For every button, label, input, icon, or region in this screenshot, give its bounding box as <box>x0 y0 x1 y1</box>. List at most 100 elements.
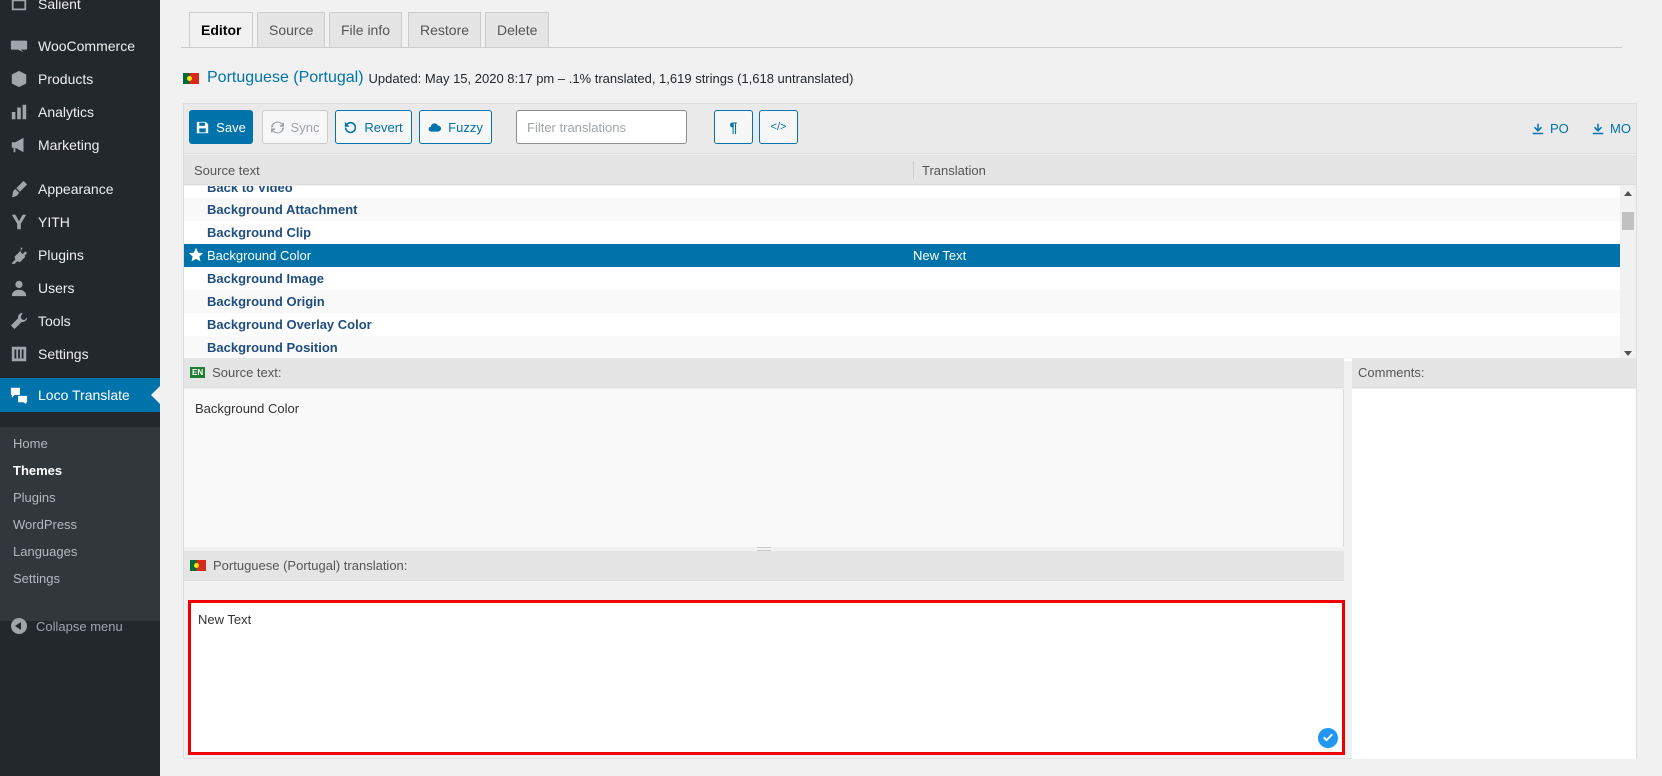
invisibles-toggle-button[interactable]: ¶ <box>714 110 753 144</box>
collapse-label: Collapse menu <box>36 618 123 634</box>
row-translation: New Text <box>913 248 967 263</box>
submenu-settings[interactable]: Settings <box>13 571 60 586</box>
sidebar-item-label: WooCommerce <box>38 38 135 54</box>
column-translation[interactable]: Translation <box>922 163 986 178</box>
save-button[interactable]: Save <box>189 110 253 144</box>
bar-chart-icon <box>9 102 29 122</box>
strings-grid: Back to Video Background Attachment Back… <box>184 186 1636 361</box>
sidebar-item-analytics[interactable]: Analytics <box>0 95 160 129</box>
table-row-selected[interactable]: Background Color New Text <box>184 244 1620 267</box>
source-panel-header: EN Source text: <box>184 358 1344 388</box>
submenu-languages[interactable]: Languages <box>13 544 77 559</box>
woo-icon <box>9 36 29 56</box>
source-panel-title: Source text: <box>212 365 282 380</box>
translation-panel-title: Portuguese (Portugal) translation: <box>213 558 408 573</box>
collapse-menu-button[interactable]: Collapse menu <box>0 614 160 638</box>
megaphone-icon <box>9 135 29 155</box>
translation-panel-header: Portuguese (Portugal) translation: <box>184 551 1344 581</box>
sidebar-item-products[interactable]: Products <box>0 62 160 96</box>
submenu-themes[interactable]: Themes <box>13 463 62 478</box>
sidebar-item-marketing[interactable]: Marketing <box>0 128 160 162</box>
submenu-plugins[interactable]: Plugins <box>13 490 56 505</box>
brush-icon <box>9 179 29 199</box>
download-icon <box>1592 123 1604 134</box>
row-source: Background Image <box>207 271 325 286</box>
column-source-text[interactable]: Source text <box>194 163 260 178</box>
row-source: Background Origin <box>207 294 325 309</box>
submenu-wordpress[interactable]: WordPress <box>13 517 77 532</box>
grid-header: Source text Translation <box>184 155 1636 185</box>
download-po-link[interactable]: PO <box>1532 121 1569 136</box>
row-source: Background Attachment <box>207 202 358 217</box>
table-row[interactable]: Background Overlay Color <box>184 313 1620 336</box>
sidebar-item-label: Salient <box>38 0 81 12</box>
tab-file-info[interactable]: File info <box>329 12 403 48</box>
sync-button[interactable]: Sync <box>262 110 328 144</box>
loco-submenu: Home Themes Plugins WordPress Languages … <box>0 427 160 621</box>
table-row[interactable]: Background Image <box>184 267 1620 290</box>
table-row[interactable]: Background Attachment <box>184 198 1620 221</box>
fuzzy-label: Fuzzy <box>448 119 483 135</box>
filter-translations-input[interactable] <box>516 110 687 144</box>
save-icon <box>196 121 209 133</box>
sidebar-item-tools[interactable]: Tools <box>0 304 160 338</box>
yith-icon <box>9 212 29 232</box>
portugal-flag-icon <box>190 560 206 571</box>
sidebar-item-salient[interactable]: Salient <box>0 0 160 21</box>
tab-delete[interactable]: Delete <box>485 12 550 48</box>
row-source: Back to Video <box>207 186 293 195</box>
sidebar-item-settings[interactable]: Settings <box>0 337 160 371</box>
fuzzy-button[interactable]: Fuzzy <box>419 110 492 144</box>
loco-editor: Save Sync Revert Fuzzy ¶ </> PO MO Sourc… <box>183 103 1637 759</box>
tab-restore[interactable]: Restore <box>408 12 482 48</box>
column-divider[interactable] <box>913 161 914 179</box>
download-mo-link[interactable]: MO <box>1592 121 1631 136</box>
comments-box[interactable] <box>1352 389 1636 759</box>
sidebar-item-label: Loco Translate <box>38 387 130 403</box>
plug-icon <box>9 245 29 265</box>
comments-panel-header: Comments: <box>1352 358 1636 388</box>
sidebar-item-label: Analytics <box>38 104 95 120</box>
tab-divider <box>181 47 1622 48</box>
row-source: Background Color <box>207 248 312 263</box>
sync-icon <box>270 121 284 133</box>
translation-textarea[interactable]: New Text <box>188 600 1345 755</box>
sidebar-item-users[interactable]: Users <box>0 271 160 305</box>
scrollbar-thumb[interactable] <box>1622 212 1634 230</box>
tab-editor[interactable]: Editor <box>189 12 254 48</box>
box-icon <box>9 69 29 89</box>
source-text-box: Background Color <box>184 389 1344 547</box>
grid-scrollbar[interactable] <box>1620 186 1636 361</box>
sidebar-item-label: Users <box>38 280 75 296</box>
sidebar-item-plugins[interactable]: Plugins <box>0 238 160 272</box>
translation-text: New Text <box>198 612 252 627</box>
save-label: Save <box>216 119 246 135</box>
mo-label: MO <box>1610 121 1631 136</box>
submenu-home[interactable]: Home <box>13 436 48 451</box>
sidebar-item-label: Settings <box>38 346 89 362</box>
page-heading: Portuguese (Portugal) Updated: May 15, 2… <box>183 67 853 89</box>
code-view-toggle-button[interactable]: </> <box>759 110 798 144</box>
scroll-down-arrow-icon[interactable] <box>1624 351 1632 356</box>
table-row[interactable]: Background Origin <box>184 290 1620 313</box>
sidebar-item-loco-translate[interactable]: Loco Translate <box>0 378 160 412</box>
table-row[interactable]: Background Position <box>184 336 1620 359</box>
comments-panel-title: Comments: <box>1358 365 1425 380</box>
row-source: Background Position <box>207 340 338 355</box>
revert-button[interactable]: Revert <box>335 110 412 144</box>
sidebar-item-label: Products <box>38 71 94 87</box>
sliders-icon <box>9 344 29 364</box>
sidebar-item-yith[interactable]: YITH <box>0 205 160 239</box>
sidebar-item-woocommerce[interactable]: WooCommerce <box>0 29 160 63</box>
tab-source[interactable]: Source <box>257 12 326 48</box>
check-circle-icon <box>1318 728 1338 748</box>
table-row[interactable]: Background Clip <box>184 221 1620 244</box>
sidebar-item-appearance[interactable]: Appearance <box>0 172 160 206</box>
window-icon <box>9 0 29 14</box>
sidebar-item-label: Appearance <box>38 181 114 197</box>
editor-toolbar: Save Sync Revert Fuzzy ¶ </> PO MO <box>184 104 1636 154</box>
language-link[interactable]: Portuguese (Portugal) <box>207 69 364 87</box>
scroll-up-arrow-icon[interactable] <box>1624 191 1632 196</box>
translate-icon <box>9 385 29 405</box>
row-source: Background Overlay Color <box>207 317 372 332</box>
